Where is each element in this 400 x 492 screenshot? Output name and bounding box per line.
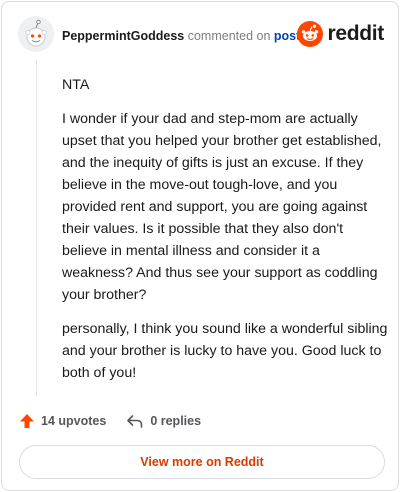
thread-line bbox=[36, 60, 37, 396]
comment-paragraph: personally, I think you sound like a won… bbox=[62, 321, 388, 381]
comment-meta: PeppermintGoddess commented on post bbox=[62, 28, 300, 44]
reply-button[interactable]: 0 replies bbox=[126, 413, 201, 429]
view-more-button[interactable]: View more on Reddit bbox=[19, 445, 385, 479]
reddit-logo-icon bbox=[297, 21, 324, 47]
comment-paragraph: I wonder if your dad and step-mom are ac… bbox=[62, 111, 382, 303]
upvote-arrow-icon bbox=[20, 414, 34, 428]
comment-paragraph: NTA bbox=[62, 77, 90, 93]
comment-header: PeppermintGoddess commented on post redd… bbox=[18, 16, 384, 56]
author-name[interactable]: PeppermintGoddess bbox=[62, 29, 184, 43]
snoo-avatar-icon[interactable] bbox=[18, 16, 54, 52]
comment-card: PeppermintGoddess commented on post redd… bbox=[1, 1, 399, 491]
reply-arrow-icon bbox=[127, 415, 143, 428]
comment-actions: 14 upvotes 0 replies bbox=[19, 410, 201, 432]
reddit-wordmark: reddit bbox=[327, 22, 384, 45]
upvote-count: 14 upvotes bbox=[41, 414, 107, 428]
comment-body: NTA I wonder if your dad and step-mom ar… bbox=[62, 74, 388, 396]
post-link[interactable]: post bbox=[274, 29, 300, 43]
reddit-brand[interactable]: reddit bbox=[297, 20, 384, 48]
upvote-button[interactable]: 14 upvotes bbox=[19, 413, 106, 429]
comment-action-text: commented on bbox=[187, 29, 271, 43]
reply-count: 0 replies bbox=[150, 414, 202, 428]
